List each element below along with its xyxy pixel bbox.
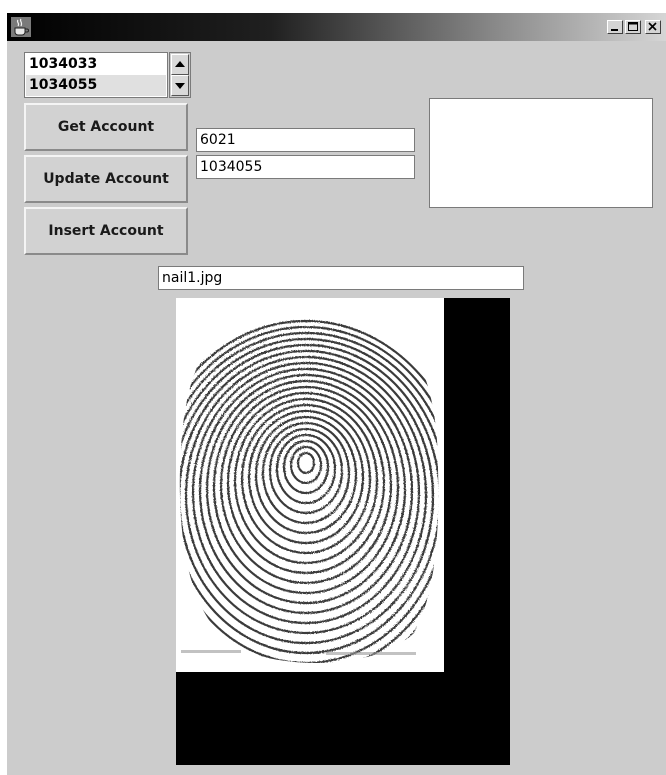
maximize-button[interactable] — [625, 20, 641, 34]
account-list[interactable]: 1034033 1034055 — [24, 52, 168, 98]
account-list-item[interactable]: 1034033 — [26, 54, 166, 75]
account-number-field[interactable]: 1034055 — [196, 155, 415, 179]
scroll-up-button[interactable] — [171, 54, 189, 75]
notes-textarea[interactable] — [429, 98, 653, 208]
image-filename-field[interactable]: nail1.jpg — [158, 266, 524, 290]
account-list-scrollbar[interactable] — [169, 52, 191, 98]
fingerprint-image — [176, 298, 444, 672]
maximize-icon — [628, 22, 638, 31]
minimize-icon — [611, 29, 618, 31]
update-account-button[interactable]: Update Account — [24, 155, 188, 203]
scroll-down-button[interactable] — [171, 75, 189, 96]
java-cup-icon — [11, 17, 31, 37]
fingerprint-graphic — [179, 319, 439, 663]
account-list-item-selected[interactable]: 1034055 — [26, 75, 166, 96]
arrow-up-icon — [175, 61, 185, 67]
image-panel — [176, 298, 510, 765]
title-bar[interactable] — [7, 13, 666, 41]
close-icon — [648, 22, 657, 31]
account-code-field[interactable]: 6021 — [196, 128, 415, 152]
get-account-button[interactable]: Get Account — [24, 103, 188, 151]
app-window: 1034033 1034055 Get Account Update Accou… — [6, 12, 666, 775]
minimize-button[interactable] — [607, 20, 623, 34]
close-button[interactable] — [645, 20, 661, 34]
insert-account-button[interactable]: Insert Account — [24, 207, 188, 255]
arrow-down-icon — [175, 83, 185, 89]
